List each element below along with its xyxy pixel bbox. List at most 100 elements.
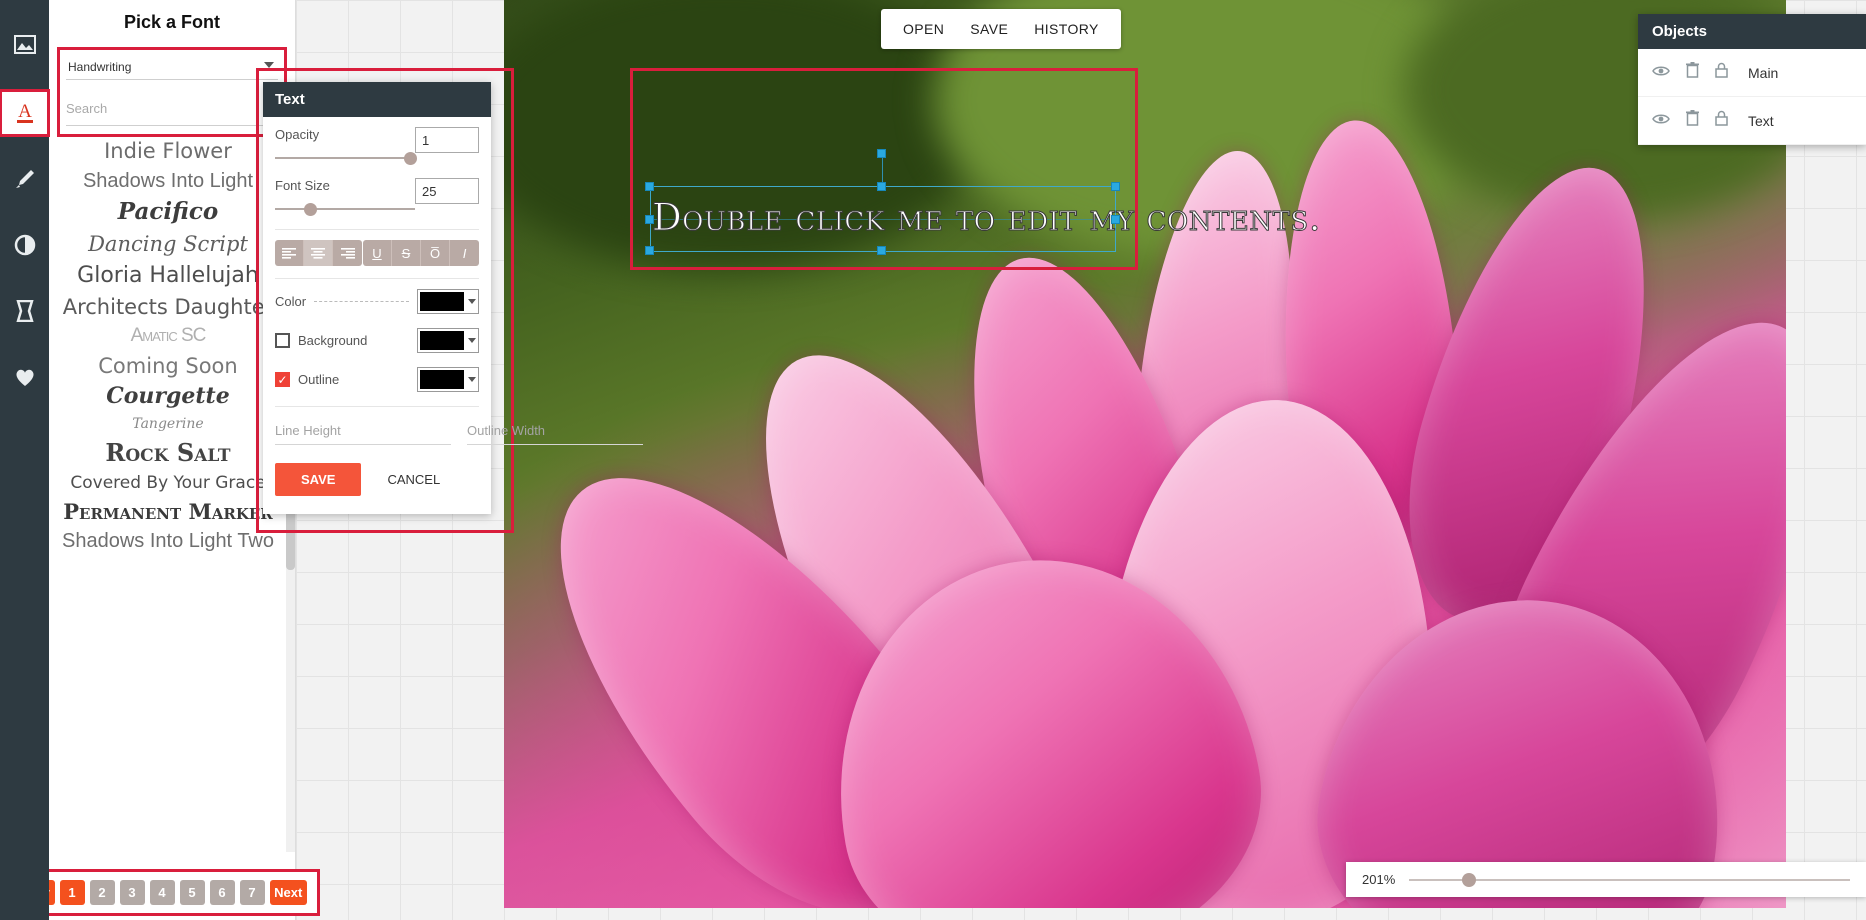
pagination-page-3[interactable]: 3: [120, 880, 145, 905]
outline-swatch-picker[interactable]: [417, 367, 479, 392]
underline-button[interactable]: U: [363, 240, 392, 266]
italic-button[interactable]: I: [450, 240, 479, 266]
text-properties-panel: Text Opacity Font Size: [263, 82, 491, 514]
table-row[interactable]: Text: [1638, 97, 1866, 145]
objects-panel-title: Objects: [1638, 14, 1866, 49]
overline-button[interactable]: O̅: [421, 240, 450, 266]
color-row: Color: [275, 289, 479, 314]
resize-handle-bl[interactable]: [645, 246, 654, 255]
eye-icon[interactable]: [1652, 64, 1670, 82]
align-center-button[interactable]: [304, 240, 333, 266]
color-swatch: [420, 292, 464, 311]
opacity-slider-knob[interactable]: [404, 152, 417, 165]
pagination-page-6[interactable]: 6: [210, 880, 235, 905]
font-category-select[interactable]: Handwriting: [66, 54, 278, 80]
rail-item-text[interactable]: A: [0, 90, 49, 136]
font-category-select-wrap[interactable]: Handwriting: [66, 54, 278, 80]
pagination-page-2[interactable]: 2: [90, 880, 115, 905]
list-item[interactable]: Rock Salt: [49, 440, 287, 466]
resize-handle-tl[interactable]: [645, 182, 654, 191]
object-name-main: Main: [1748, 65, 1778, 81]
text-save-button[interactable]: SAVE: [275, 463, 361, 496]
metrics-inputs-row: [275, 417, 479, 445]
outline-swatch: [420, 370, 464, 389]
resize-handle-mr[interactable]: [1111, 215, 1120, 224]
pagination-page-4[interactable]: 4: [150, 880, 175, 905]
align-right-button[interactable]: [333, 240, 362, 266]
outline-checkbox[interactable]: [275, 372, 290, 387]
zoom-slider[interactable]: [1409, 872, 1850, 888]
zoom-slider-knob[interactable]: [1462, 873, 1476, 887]
rail-item-brush[interactable]: [0, 156, 49, 202]
font-size-input[interactable]: [415, 178, 479, 204]
list-item[interactable]: Shadows Into Light Two: [49, 531, 287, 553]
save-button[interactable]: SAVE: [970, 21, 1008, 37]
lock-icon[interactable]: [1715, 62, 1728, 83]
list-item[interactable]: Shadows Into Light: [49, 171, 287, 193]
font-controls-group: Handwriting: [57, 47, 287, 137]
list-item[interactable]: Pacifico: [49, 200, 287, 225]
divider-2: [275, 278, 479, 279]
list-item[interactable]: Courgette: [49, 385, 287, 409]
dotted-leader: [314, 301, 409, 302]
font-size-slider-track: [275, 208, 415, 210]
color-label: Color: [275, 294, 306, 309]
eye-icon[interactable]: [1652, 112, 1670, 130]
list-item[interactable]: Permanent Marker: [49, 501, 287, 524]
list-item[interactable]: Coming Soon: [49, 355, 287, 378]
lock-icon[interactable]: [1715, 110, 1728, 131]
align-left-button[interactable]: [275, 240, 304, 266]
pagination-page-1[interactable]: 1: [60, 880, 85, 905]
list-item[interactable]: Amatic SC: [49, 326, 287, 347]
font-size-row: Font Size: [275, 178, 479, 217]
font-size-slider[interactable]: [275, 201, 415, 217]
rail-item-heart[interactable]: [0, 354, 49, 400]
trash-icon[interactable]: [1686, 62, 1699, 83]
font-size-label: Font Size: [275, 178, 415, 193]
list-item[interactable]: Covered By Your Grace: [49, 474, 287, 492]
pagination-next[interactable]: Next: [270, 880, 308, 905]
pagination-page-7[interactable]: 7: [240, 880, 265, 905]
trash-icon[interactable]: [1686, 110, 1699, 131]
text-cancel-button[interactable]: CANCEL: [371, 463, 456, 496]
list-item[interactable]: Architects Daughter: [49, 296, 287, 319]
open-button[interactable]: OPEN: [903, 21, 944, 37]
background-swatch: [420, 331, 464, 350]
outline-width-input[interactable]: [467, 417, 643, 445]
zoom-bar: 201%: [1346, 862, 1866, 897]
background-row: Background: [275, 328, 479, 353]
rotate-handle[interactable]: [877, 149, 886, 158]
font-list[interactable]: Indie Flower Shadows Into Light Pacifico…: [49, 132, 287, 852]
list-item[interactable]: Indie Flower: [49, 140, 287, 163]
strikethrough-button[interactable]: S: [392, 240, 421, 266]
brush-icon: [14, 168, 36, 190]
heart-icon: [14, 367, 36, 387]
line-height-input[interactable]: [275, 417, 451, 445]
rail-item-contrast[interactable]: [0, 222, 49, 268]
history-button[interactable]: HISTORY: [1034, 21, 1099, 37]
opacity-slider[interactable]: [275, 150, 415, 166]
list-item[interactable]: Tangerine: [49, 417, 287, 432]
background-label: Background: [298, 333, 367, 348]
rail-item-image[interactable]: [0, 22, 49, 68]
app-root: OPEN SAVE HISTORY Double click me to edi…: [0, 0, 1866, 920]
font-size-slider-knob[interactable]: [304, 203, 317, 216]
pagination-page-5[interactable]: 5: [180, 880, 205, 905]
search-input[interactable]: [66, 92, 278, 126]
resize-handle-tc[interactable]: [877, 182, 886, 191]
background-checkbox[interactable]: [275, 333, 290, 348]
resize-handle-bc[interactable]: [877, 246, 886, 255]
color-swatch-picker[interactable]: [417, 289, 479, 314]
resize-handle-ml[interactable]: [645, 215, 654, 224]
list-item[interactable]: Dancing Script: [49, 233, 287, 256]
rail-item-frame[interactable]: [0, 288, 49, 334]
list-item[interactable]: Gloria Hallelujah: [49, 264, 287, 288]
opacity-input[interactable]: [415, 127, 479, 153]
frame-icon: [16, 300, 34, 322]
svg-text:A: A: [18, 101, 32, 122]
pagination: Prev 1 2 3 4 5 6 7 Next: [17, 880, 307, 905]
resize-handle-tr[interactable]: [1111, 182, 1120, 191]
table-row[interactable]: Main: [1638, 49, 1866, 97]
background-swatch-picker[interactable]: [417, 328, 479, 353]
canvas-text-object[interactable]: Double click me to edit my contents.: [652, 196, 1122, 239]
